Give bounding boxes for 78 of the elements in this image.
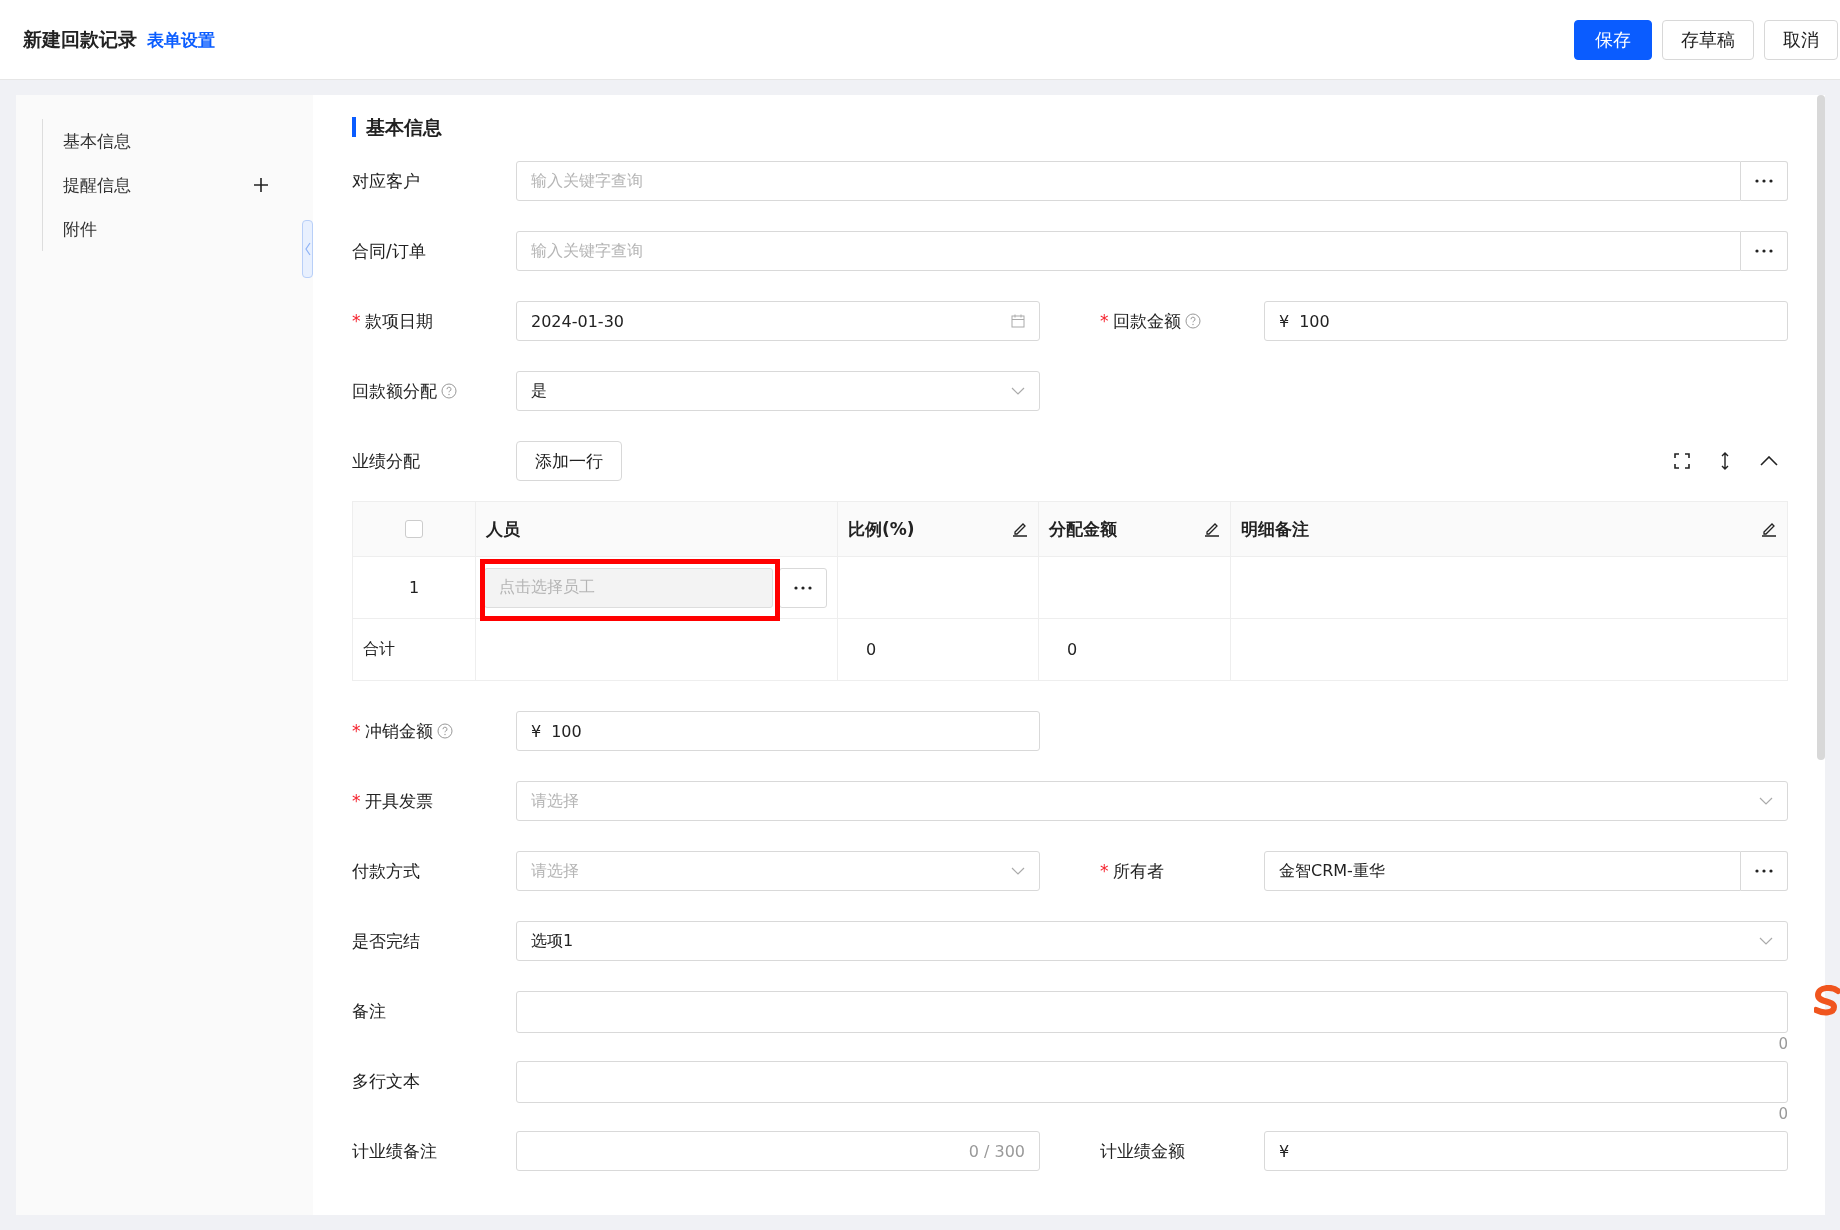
more-icon: [1755, 869, 1773, 873]
total-value: 0: [865, 640, 877, 659]
field-label: 冲销金额: [364, 719, 433, 743]
amount-value: 100: [1299, 311, 1330, 331]
char-counter: 0 / 300: [968, 1141, 1025, 1161]
lookup-field[interactable]: 金智CRM-重华: [1264, 851, 1741, 891]
amount-field[interactable]: ¥ 100: [1264, 301, 1788, 341]
edit-icon[interactable]: [1761, 521, 1777, 537]
field-label: 业绩分配: [352, 449, 421, 473]
form-settings-link[interactable]: 表单设置: [147, 28, 215, 52]
help-icon[interactable]: [436, 723, 453, 739]
more-button[interactable]: [779, 567, 827, 608]
required-mark: *: [1100, 311, 1109, 331]
more-icon: [1755, 249, 1773, 253]
chevron-down-icon: [1759, 937, 1773, 945]
textarea-field[interactable]: [516, 991, 1788, 1033]
section-title: 基本信息: [352, 117, 1788, 137]
add-icon[interactable]: [254, 178, 268, 192]
collapse-icon[interactable]: [1760, 456, 1778, 466]
page-title: 新建回款记录: [23, 26, 137, 52]
select-field[interactable]: 是: [516, 371, 1040, 411]
field-label: 多行文本: [352, 1069, 420, 1093]
more-icon: [1755, 179, 1773, 183]
field-label: 对应客户: [352, 169, 420, 193]
collapse-handle[interactable]: [302, 220, 313, 278]
field-label: 回款额分配: [352, 379, 437, 403]
resize-vertical-icon[interactable]: [1720, 452, 1730, 470]
field-label: 是否完结: [352, 929, 420, 953]
field-label: 开具发票: [364, 789, 433, 813]
help-icon[interactable]: [441, 383, 457, 399]
more-icon: [794, 585, 813, 590]
help-icon[interactable]: [1184, 313, 1201, 329]
char-counter: 0: [1778, 1105, 1788, 1123]
scrollbar[interactable]: [1817, 95, 1825, 760]
field-label: 付款方式: [352, 859, 420, 883]
total-label: 合计: [363, 639, 395, 660]
header-button[interactable]: 存草稿: [1662, 19, 1754, 60]
amount-field[interactable]: ¥ 100: [516, 711, 1040, 751]
column-header: 比例(%): [848, 517, 915, 541]
fullscreen-icon[interactable]: [1674, 453, 1690, 469]
calendar-icon: [1011, 314, 1025, 328]
sidebar-item[interactable]: 附件: [63, 217, 97, 241]
chevron-down-icon: [1011, 867, 1025, 875]
required-mark: *: [352, 721, 361, 741]
currency-symbol: ¥: [531, 721, 542, 741]
required-mark: *: [1100, 861, 1109, 881]
select-all-checkbox[interactable]: [405, 520, 423, 538]
field-label: 计业绩备注: [352, 1139, 437, 1163]
field-label: 款项日期: [364, 309, 433, 333]
chevron-down-icon: [1759, 797, 1773, 805]
sidebar-item[interactable]: 提醒信息: [63, 173, 131, 197]
sidebar-item[interactable]: 基本信息: [63, 129, 131, 153]
row-number: 1: [408, 578, 420, 597]
save-button[interactable]: 保存: [1574, 19, 1652, 60]
edit-icon[interactable]: [1204, 521, 1220, 537]
header-button[interactable]: 取消: [1764, 19, 1838, 60]
column-header: 人员: [486, 517, 520, 541]
field-label: 所有者: [1112, 859, 1164, 883]
select-field[interactable]: 选项1: [516, 921, 1788, 961]
column-header: 明细备注: [1241, 517, 1309, 541]
char-counter: 0: [1778, 1035, 1788, 1053]
chevron-down-icon: [1011, 387, 1025, 395]
column-header: 分配金额: [1049, 517, 1117, 541]
total-value: 0: [1066, 640, 1078, 659]
textarea-field[interactable]: [516, 1061, 1788, 1103]
required-mark: *: [352, 311, 361, 331]
currency-symbol: ¥: [1279, 1141, 1290, 1161]
add-row-button[interactable]: 添加一行: [516, 441, 622, 481]
amount-value: 100: [551, 721, 582, 741]
required-mark: *: [352, 791, 361, 811]
field-label: 回款金额: [1112, 309, 1181, 333]
currency-symbol: ¥: [1279, 311, 1290, 331]
edit-icon[interactable]: [1012, 521, 1028, 537]
field-label: 合同/订单: [352, 239, 426, 263]
field-label: 计业绩金额: [1100, 1139, 1185, 1163]
date-field[interactable]: 2024-01-30: [516, 301, 1040, 341]
field-label: 备注: [352, 999, 386, 1023]
amount-field[interactable]: ¥: [1264, 1131, 1788, 1171]
